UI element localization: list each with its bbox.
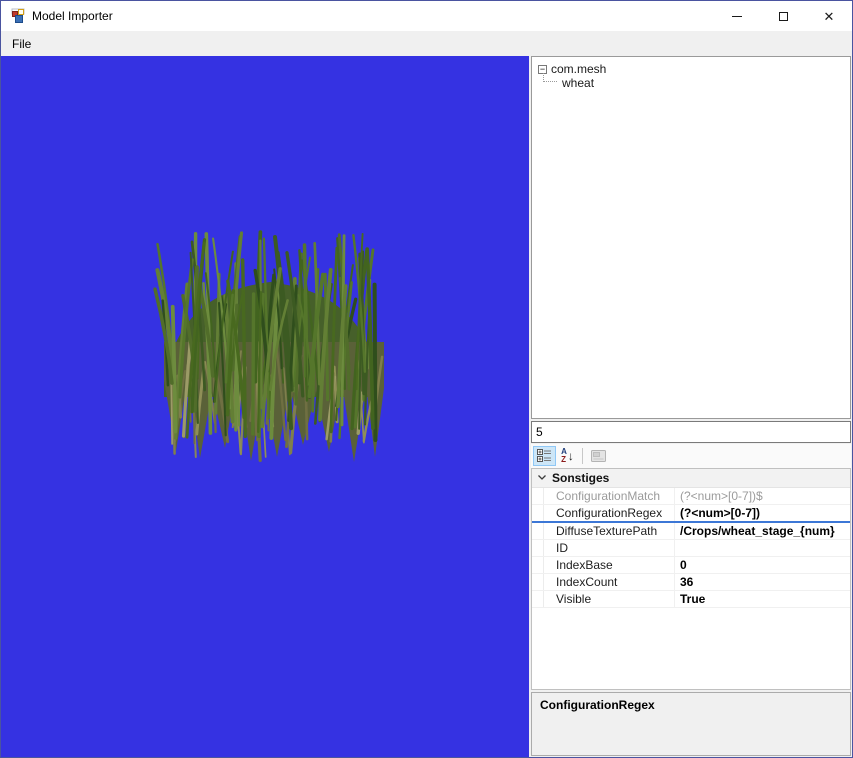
window-title: Model Importer [32, 9, 113, 23]
property-value[interactable]: /Crops/wheat_stage_{num} [675, 524, 850, 538]
minimize-button[interactable] [714, 1, 760, 31]
property-value[interactable]: (?<num>[0-7]) [675, 506, 850, 520]
app-icon [11, 8, 25, 23]
menu-bar: File [1, 31, 852, 56]
property-row-indexbase[interactable]: IndexBase 0 [532, 557, 850, 574]
property-row-id[interactable]: ID [532, 540, 850, 557]
close-icon: ✕ [823, 8, 835, 24]
close-button[interactable]: ✕ [806, 1, 852, 31]
tree-connector-line [543, 73, 557, 82]
menu-file[interactable]: File [1, 32, 42, 56]
property-row-diffusetexturepath[interactable]: DiffuseTexturePath/Crops/wheat_stage_{nu… [532, 523, 850, 540]
chevron-down-icon[interactable] [532, 473, 552, 483]
property-name: ID [544, 540, 675, 556]
app-window: Model Importer ✕ File − com.mesh wheat 5… [0, 0, 853, 758]
tree-node-label[interactable]: com.mesh [551, 62, 606, 76]
wheat-model [153, 230, 384, 462]
property-name: IndexCount [544, 574, 675, 590]
property-name: DiffuseTexturePath [544, 523, 675, 539]
category-label: Sonstiges [552, 471, 610, 485]
categorized-icon [537, 449, 551, 462]
alphabetical-sort-icon: AZ ↓ [561, 447, 574, 464]
property-value[interactable]: True [675, 592, 850, 606]
minimize-icon [732, 15, 742, 17]
property-value[interactable]: 36 [675, 575, 850, 589]
property-pages-button [587, 446, 610, 466]
property-name: ConfigurationRegex [544, 505, 675, 521]
index-input[interactable] [531, 421, 851, 443]
right-panel: − com.mesh wheat 5 A Z ↓ Sonstiges Confi… [529, 56, 852, 757]
property-help-panel: ConfigurationRegex [531, 692, 851, 756]
row-indent [532, 591, 544, 607]
property-pages-icon [591, 450, 606, 462]
mesh-treeview[interactable]: − com.mesh wheat [531, 56, 851, 419]
property-grid-rows: ConfigurationMatch (?<num>[0-7])$ Configur… [532, 488, 850, 608]
property-row-indexcount[interactable]: IndexCount 36 [532, 574, 850, 591]
row-indent [532, 488, 544, 504]
property-name: Visible [544, 591, 675, 607]
row-indent [532, 523, 544, 539]
model-viewport[interactable] [1, 56, 529, 757]
tree-node-wheat[interactable]: wheat [562, 76, 594, 90]
property-row-configurationregex[interactable]: ConfigurationRegex (?<num>[0-7]) [532, 505, 850, 523]
property-name: ConfigurationMatch [544, 488, 675, 504]
maximize-button[interactable] [760, 1, 806, 31]
toolbar-separator [582, 448, 583, 464]
categorized-button[interactable] [533, 446, 556, 466]
row-indent [532, 505, 544, 521]
help-property-name: ConfigurationRegex [540, 698, 655, 712]
alphabetical-sort-button[interactable]: AZ ↓ [556, 446, 579, 466]
title-bar: Model Importer ✕ [1, 1, 852, 31]
row-indent [532, 557, 544, 573]
maximize-icon [778, 11, 788, 21]
property-value[interactable]: (?<num>[0-7])$ [675, 489, 850, 503]
row-indent [532, 540, 544, 556]
category-header[interactable]: Sonstiges [532, 469, 850, 488]
property-name: IndexBase [544, 557, 675, 573]
property-row-visible[interactable]: Visible True [532, 591, 850, 608]
property-row-configurationmatch[interactable]: ConfigurationMatch (?<num>[0-7])$ [532, 488, 850, 505]
row-indent [532, 574, 544, 590]
propertygrid-toolbar: AZ ↓ [531, 444, 851, 468]
property-value[interactable]: 0 [675, 558, 850, 572]
property-grid[interactable]: Sonstiges ConfigurationMatch (?<num>[0-7]… [531, 468, 851, 690]
